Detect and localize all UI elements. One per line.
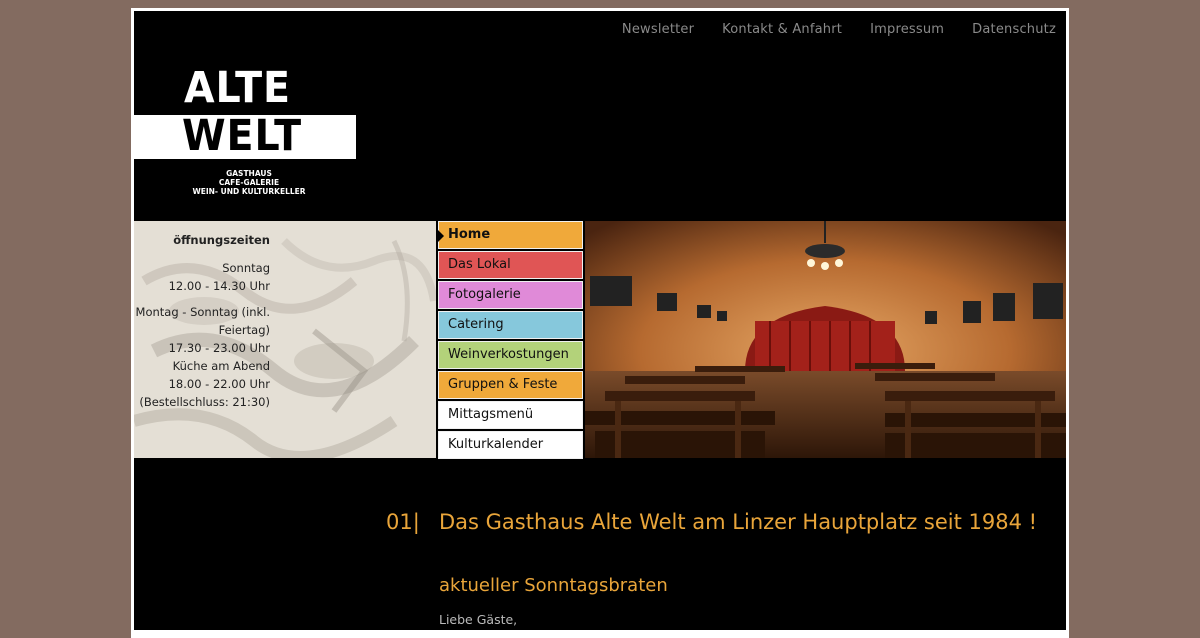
hours-line: 17.30 - 23.00 Uhr [168, 341, 270, 355]
top-navigation: Newsletter Kontakt & Anfahrt Impressum D… [622, 22, 1056, 37]
hours-heading: öffnungszeiten [173, 233, 270, 247]
logo-sub-cafe: CAFE-GALERIE [218, 178, 280, 187]
greeting-text: Liebe Gäste, [439, 612, 518, 627]
hours-line: 18.00 - 22.00 Uhr [168, 377, 270, 391]
hours-line: Montag - Sonntag (inkl. Feiertag) [135, 305, 270, 337]
menu-item-kulturkalender[interactable]: Kulturkalender [438, 431, 583, 459]
nav-datenschutz[interactable]: Datenschutz [972, 22, 1056, 37]
opening-hours-text: öffnungszeiten Sonntag 12.00 - 14.30 Uhr… [134, 231, 270, 411]
menu-item-das-lokal[interactable]: Das Lokal [438, 251, 583, 279]
section-subtitle: aktueller Sonntagsbraten [439, 575, 668, 596]
section-number: 01| [386, 510, 420, 534]
cellar-photo [585, 221, 1066, 458]
hours-gap [134, 295, 270, 303]
logo-welt: WELT [182, 111, 302, 161]
hours-line: Küche am Abend [172, 359, 270, 373]
opening-hours-panel: öffnungszeiten Sonntag 12.00 - 14.30 Uhr… [134, 221, 436, 458]
logo-subtitle: GASTHAUS CAFE-GALERIE WEIN- UND KULTURKE… [174, 169, 324, 196]
logo-alte: ALTE [184, 63, 291, 113]
page-title: Das Gasthaus Alte Welt am Linzer Hauptpl… [439, 510, 1038, 534]
logo-sub-kulturkeller: WEIN- UND KULTURKELLER [192, 187, 306, 196]
hours-line: 12.00 - 14.30 Uhr [168, 279, 270, 293]
nav-newsletter[interactable]: Newsletter [622, 22, 694, 37]
menu-item-mittagsmenue[interactable]: Mittagsmenü [438, 401, 583, 429]
menu-item-weinverkostungen[interactable]: Weinverkostungen [438, 341, 583, 369]
hours-line: Sonntag [222, 261, 270, 275]
cellar-photo-image [585, 221, 1066, 458]
hours-line: (Bestellschluss: 21:30) [139, 395, 270, 409]
logo-sub-gasthaus: GASTHAUS [226, 169, 272, 178]
menu-item-home[interactable]: Home [438, 221, 583, 249]
menu-item-fotogalerie[interactable]: Fotogalerie [438, 281, 583, 309]
site-logo[interactable]: ALTE WELT GASTHAUS CAFE-GALERIE WEIN- UN… [134, 65, 358, 200]
nav-impressum[interactable]: Impressum [870, 22, 944, 37]
menu-item-catering[interactable]: Catering [438, 311, 583, 339]
nav-kontakt-anfahrt[interactable]: Kontakt & Anfahrt [722, 22, 842, 37]
main-menu: Home Das Lokal Fotogalerie Catering Wein… [438, 221, 583, 461]
menu-item-gruppen-feste[interactable]: Gruppen & Feste [438, 371, 583, 399]
page-container: Newsletter Kontakt & Anfahrt Impressum D… [134, 11, 1066, 630]
